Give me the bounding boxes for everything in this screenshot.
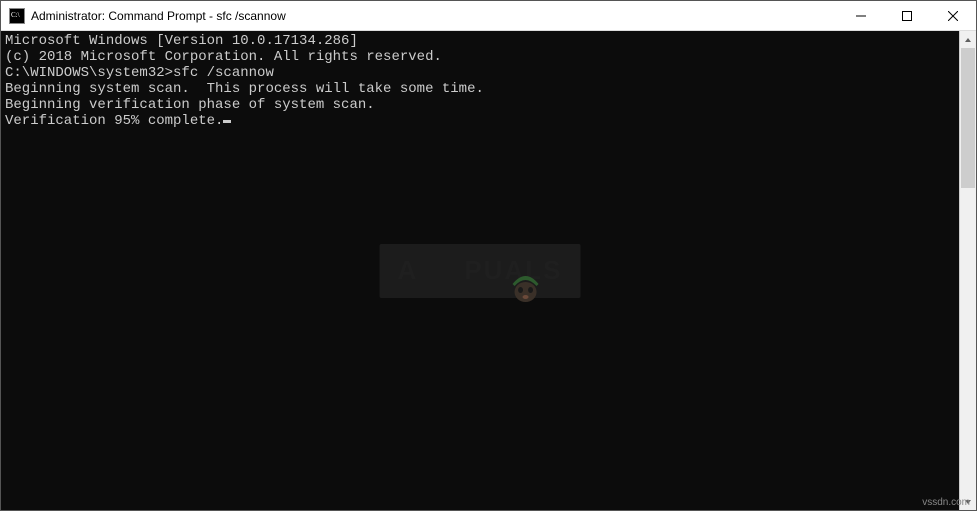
scroll-thumb[interactable] [961,48,975,188]
console-line: (c) 2018 Microsoft Corporation. All righ… [5,49,955,65]
console-line: Microsoft Windows [Version 10.0.17134.28… [5,33,955,49]
scroll-up-arrow-icon[interactable] [960,31,976,48]
window-controls [838,1,976,30]
svg-text:C:\: C:\ [11,11,20,19]
command-prompt-window: C:\ Administrator: Command Prompt - sfc … [0,0,977,511]
cmd-icon: C:\ [9,8,25,24]
console-line: Beginning system scan. This process will… [5,81,955,97]
scroll-track[interactable] [960,48,976,493]
console-container: Microsoft Windows [Version 10.0.17134.28… [1,31,976,510]
watermark-letter-a: A [398,256,419,286]
console-prompt-line: C:\WINDOWS\system32>sfc /scannow [5,65,955,81]
window-title: Administrator: Command Prompt - sfc /sca… [31,9,838,23]
minimize-button[interactable] [838,1,884,31]
watermark-mascot-icon [424,254,458,288]
progress-text: Verification 95% complete. [5,113,223,129]
window-titlebar[interactable]: C:\ Administrator: Command Prompt - sfc … [1,1,976,31]
watermark-text-puals: PUALS [464,256,562,286]
source-attribution: vssdn.com [922,497,970,508]
maximize-button[interactable] [884,1,930,31]
console-output[interactable]: Microsoft Windows [Version 10.0.17134.28… [1,31,959,510]
text-cursor [223,120,231,123]
close-button[interactable] [930,1,976,31]
console-progress-line: Verification 95% complete. [5,113,955,129]
watermark-overlay: A PUALS [380,244,581,298]
vertical-scrollbar[interactable] [959,31,976,510]
console-line: Beginning verification phase of system s… [5,97,955,113]
